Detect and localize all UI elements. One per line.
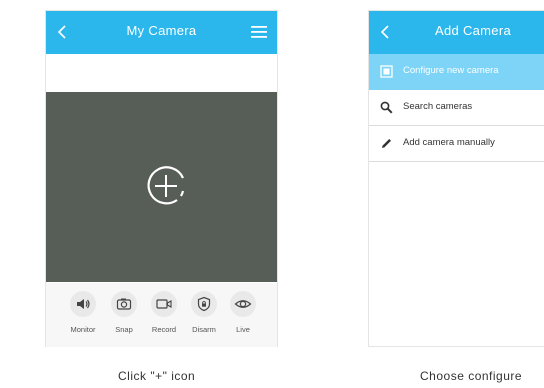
my-camera-screen: My Camera Monitor Snap Record Disarm Liv… <box>45 10 278 347</box>
eye-icon <box>234 300 252 308</box>
top-bar: My Camera <box>46 11 277 54</box>
snap-button[interactable]: Snap <box>104 291 144 334</box>
monitor-label: Monitor <box>70 325 96 334</box>
checkbox-icon <box>380 65 393 78</box>
search-cameras-item[interactable]: Search cameras <box>369 90 544 126</box>
camera-icon <box>116 298 132 310</box>
add-camera-screen: Add Camera Configure new camera Search c… <box>368 10 544 347</box>
caption-step-1: Click "+" icon <box>118 369 196 383</box>
video-icon <box>156 299 172 309</box>
speaker-icon <box>77 299 90 309</box>
record-button[interactable]: Record <box>144 291 184 334</box>
menu-icon[interactable] <box>251 25 267 39</box>
shield-icon <box>197 296 211 312</box>
disarm-label: Disarm <box>192 325 216 334</box>
caption-step-2: Choose configure <box>420 369 523 383</box>
configure-new-camera-label: Configure new camera <box>403 65 499 76</box>
back-icon[interactable] <box>378 22 392 42</box>
record-label: Record <box>151 325 177 334</box>
add-camera-manually-item[interactable]: Add camera manually <box>369 126 544 162</box>
monitor-button[interactable]: Monitor <box>63 291 103 334</box>
search-icon <box>380 101 393 114</box>
add-camera-manually-label: Add camera manually <box>403 137 495 148</box>
video-area <box>46 92 277 282</box>
search-cameras-label: Search cameras <box>403 101 473 112</box>
control-bar: Monitor Snap Record Disarm Live <box>46 283 277 347</box>
page-title: Add Camera <box>435 23 511 38</box>
live-label: Live <box>236 325 250 334</box>
snap-label: Snap <box>115 325 133 334</box>
pencil-icon <box>382 139 391 148</box>
configure-new-camera-item[interactable]: Configure new camera <box>369 54 544 90</box>
top-bar: Add Camera <box>369 11 544 54</box>
page-title: My Camera <box>126 23 197 38</box>
disarm-button[interactable]: Disarm <box>184 291 224 334</box>
live-button[interactable]: Live <box>223 291 263 334</box>
add-camera-icon[interactable] <box>141 161 191 211</box>
